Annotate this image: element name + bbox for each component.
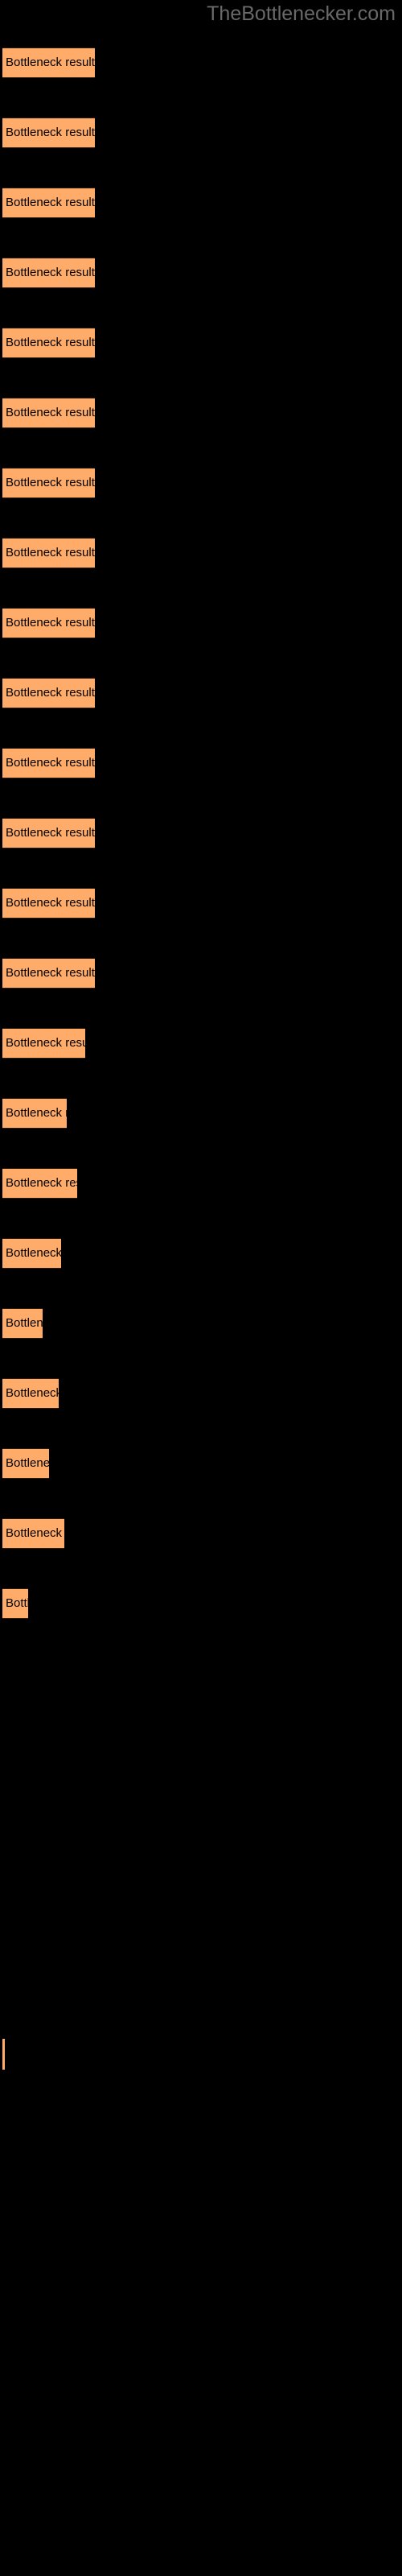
- bar[interactable]: Bottleneck result: [2, 47, 95, 78]
- bar[interactable]: Bottleneck result: [2, 258, 95, 288]
- bar[interactable]: Bottleneck result: [2, 398, 95, 428]
- bar[interactable]: Bottleneck result: [2, 958, 95, 989]
- bar-label: Bottleneck result: [6, 1106, 67, 1120]
- bar-label: Bottleneck result: [6, 1176, 77, 1190]
- bar-label: Bottleneck result: [6, 826, 95, 840]
- bar[interactable]: Bottleneck result: [2, 748, 95, 778]
- bar[interactable]: Bottleneck result: [2, 328, 95, 358]
- bar[interactable]: Bottleneck result: [2, 118, 95, 148]
- bar[interactable]: Bottleneck result: [2, 1378, 59, 1409]
- bar-label: Bottleneck result: [6, 266, 95, 279]
- bar-label: Bottleneck result: [6, 1596, 28, 1610]
- bar[interactable]: Bottleneck result: [2, 468, 95, 498]
- legend-color-tick: [2, 2038, 5, 2070]
- bar-label: Bottleneck result: [6, 196, 95, 209]
- bar[interactable]: Bottleneck result: [2, 538, 95, 568]
- bar[interactable]: Bottleneck result: [2, 818, 95, 848]
- bar[interactable]: Bottleneck result: [2, 1238, 61, 1269]
- bar-label: Bottleneck result: [6, 1036, 85, 1050]
- bar-label: Bottleneck result: [6, 616, 95, 630]
- bar-label: Bottleneck result: [6, 966, 95, 980]
- bar[interactable]: Bottleneck result: [2, 1098, 67, 1129]
- bar-label: Bottleneck result: [6, 1316, 43, 1330]
- bar[interactable]: Bottleneck result: [2, 1518, 64, 1549]
- bar[interactable]: Bottleneck result: [2, 188, 95, 218]
- bar-label: Bottleneck result: [6, 686, 95, 700]
- bar-label: Bottleneck result: [6, 896, 95, 910]
- bar-label: Bottleneck result: [6, 56, 95, 69]
- bar-label: Bottleneck result: [6, 1456, 49, 1470]
- bar[interactable]: Bottleneck result: [2, 1588, 28, 1619]
- bar[interactable]: Bottleneck result: [2, 1308, 43, 1339]
- bar-label: Bottleneck result: [6, 1386, 59, 1400]
- bar[interactable]: Bottleneck result: [2, 608, 95, 638]
- bar[interactable]: Bottleneck result: [2, 1168, 77, 1199]
- bar-label: Bottleneck result: [6, 546, 95, 559]
- bar[interactable]: Bottleneck result: [2, 1028, 85, 1059]
- bar-label: Bottleneck result: [6, 406, 95, 419]
- bar[interactable]: Bottleneck result: [2, 1448, 49, 1479]
- bar-label: Bottleneck result: [6, 1526, 64, 1540]
- bar-label: Bottleneck result: [6, 336, 95, 349]
- bar[interactable]: Bottleneck result: [2, 888, 95, 919]
- bar[interactable]: Bottleneck result: [2, 678, 95, 708]
- bar-label: Bottleneck result: [6, 756, 95, 770]
- bar-label: Bottleneck result: [6, 1246, 61, 1260]
- bar-label: Bottleneck result: [6, 476, 95, 489]
- bottleneck-bar-chart: Bottleneck result Bottleneck result Bottle…: [0, 0, 402, 2576]
- bar-label: Bottleneck result: [6, 126, 95, 139]
